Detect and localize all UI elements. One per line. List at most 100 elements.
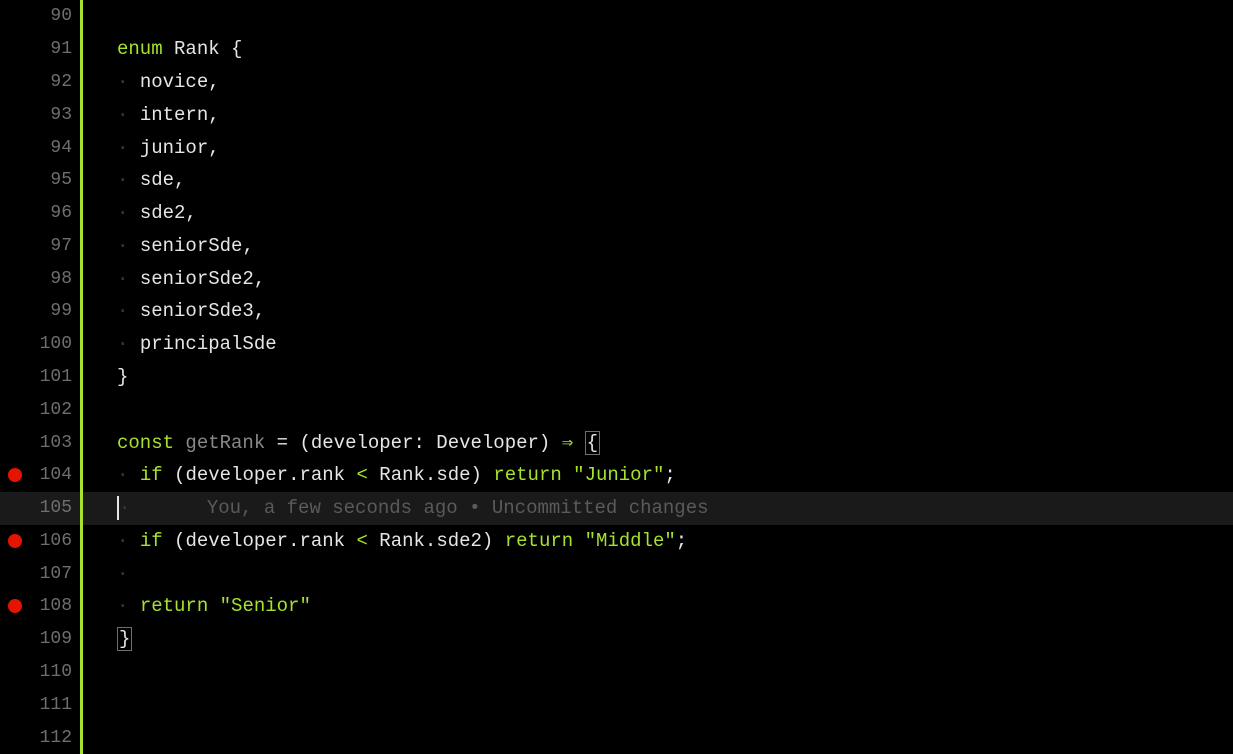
code-token: ; <box>664 464 675 486</box>
code-token: , <box>208 137 219 159</box>
code-editor[interactable]: 9091enum Rank {92· novice,93· intern,94·… <box>0 0 1233 754</box>
code-token: enum <box>117 38 174 60</box>
code-token: seniorSde <box>140 235 243 257</box>
code-line[interactable]: 112 <box>0 721 1233 754</box>
line-number: 92 <box>30 72 80 92</box>
code-content[interactable]: · You, a few seconds ago • Uncommitted c… <box>87 496 709 520</box>
code-content[interactable]: · <box>87 563 128 585</box>
code-content[interactable]: · intern, <box>87 104 220 126</box>
code-token: , <box>208 71 219 93</box>
code-line[interactable]: 104· if (developer.rank < Rank.sde) retu… <box>0 459 1233 492</box>
code-line[interactable]: 97 · seniorSde, <box>0 229 1233 262</box>
code-token: if <box>140 530 174 552</box>
code-token: · <box>117 464 140 486</box>
code-token: · <box>117 563 128 585</box>
git-ruler <box>80 164 83 197</box>
code-line[interactable]: 102 <box>0 393 1233 426</box>
code-token: "Senior" <box>220 595 311 617</box>
code-content[interactable]: · junior, <box>87 137 220 159</box>
code-token: · <box>117 104 140 126</box>
breakpoint-gutter[interactable] <box>0 534 30 548</box>
code-token: ) <box>539 432 562 454</box>
code-content[interactable]: · return "Senior" <box>87 595 311 617</box>
code-line[interactable]: 108· return "Senior" <box>0 590 1233 623</box>
code-token: < <box>356 464 379 486</box>
code-content[interactable]: enum Rank { <box>87 38 242 60</box>
git-ruler <box>80 492 83 525</box>
code-line[interactable]: 100 · principalSde <box>0 328 1233 361</box>
code-line[interactable]: 95· sde, <box>0 164 1233 197</box>
code-content[interactable]: const getRank = (developer: Developer) ⇒… <box>87 431 600 455</box>
code-content[interactable]: } <box>87 366 128 388</box>
code-token: novice <box>140 71 208 93</box>
code-line[interactable]: 90 <box>0 0 1233 33</box>
code-content[interactable]: · sde2, <box>87 202 197 224</box>
code-line[interactable]: 109} <box>0 623 1233 656</box>
code-line[interactable]: 103const getRank = (developer: Developer… <box>0 426 1233 459</box>
code-token: } <box>117 627 132 651</box>
code-token: < <box>356 530 379 552</box>
code-line[interactable]: 92 · novice, <box>0 66 1233 99</box>
code-line[interactable]: 106· if (developer.rank < Rank.sde2) ret… <box>0 525 1233 558</box>
code-token: rank <box>299 530 356 552</box>
breakpoint-gutter[interactable] <box>0 468 30 482</box>
line-number: 104 <box>30 465 80 485</box>
code-token: developer <box>185 464 288 486</box>
line-number: 97 <box>30 236 80 256</box>
code-token: · <box>117 530 140 552</box>
code-token: intern <box>140 104 208 126</box>
code-content[interactable]: · seniorSde3, <box>87 300 265 322</box>
line-number: 100 <box>30 334 80 354</box>
code-line[interactable]: 101} <box>0 361 1233 394</box>
code-token: sde2 <box>140 202 186 224</box>
git-ruler <box>80 33 83 66</box>
code-token: sde2 <box>436 530 482 552</box>
code-line[interactable]: 105 · You, a few seconds ago • Uncommitte… <box>0 492 1233 525</box>
line-number: 105 <box>30 498 80 518</box>
git-ruler <box>80 66 83 99</box>
git-ruler <box>80 328 83 361</box>
code-token: ( <box>174 464 185 486</box>
code-token: developer <box>185 530 288 552</box>
code-token: sde <box>436 464 470 486</box>
code-content[interactable]: · if (developer.rank < Rank.sde) return … <box>87 464 676 486</box>
breakpoint-gutter[interactable] <box>0 599 30 613</box>
code-token: , <box>208 104 219 126</box>
code-token: . <box>288 464 299 486</box>
code-token: . <box>288 530 299 552</box>
line-number: 102 <box>30 400 80 420</box>
code-line[interactable]: 94 · junior, <box>0 131 1233 164</box>
code-content[interactable]: · seniorSde, <box>87 235 254 257</box>
code-line[interactable]: 111 <box>0 688 1233 721</box>
git-ruler <box>80 229 83 262</box>
git-ruler <box>80 131 83 164</box>
code-token: , <box>254 268 265 290</box>
code-token: · <box>117 202 140 224</box>
code-line[interactable]: 110 <box>0 656 1233 689</box>
code-token: ; <box>676 530 687 552</box>
breakpoint-icon[interactable] <box>8 599 22 613</box>
code-token: Rank <box>174 38 231 60</box>
line-number: 94 <box>30 138 80 158</box>
code-content[interactable]: · seniorSde2, <box>87 268 265 290</box>
code-token: = ( <box>265 432 311 454</box>
breakpoint-icon[interactable] <box>8 468 22 482</box>
code-line[interactable]: 98· seniorSde2, <box>0 262 1233 295</box>
code-line[interactable]: 96· sde2, <box>0 197 1233 230</box>
code-content[interactable]: } <box>87 627 132 651</box>
code-line[interactable]: 91enum Rank { <box>0 33 1233 66</box>
git-ruler <box>80 656 83 689</box>
code-line[interactable]: 99· seniorSde3, <box>0 295 1233 328</box>
code-line[interactable]: 107· <box>0 557 1233 590</box>
code-token: return <box>505 530 585 552</box>
git-ruler <box>80 623 83 656</box>
code-line[interactable]: 93· intern, <box>0 98 1233 131</box>
code-token: "Junior" <box>573 464 664 486</box>
code-content[interactable]: · if (developer.rank < Rank.sde2) return… <box>87 530 687 552</box>
breakpoint-icon[interactable] <box>8 534 22 548</box>
code-content[interactable]: · principalSde <box>87 333 277 355</box>
code-token: ) <box>482 530 505 552</box>
code-content[interactable]: · sde, <box>87 169 185 191</box>
git-ruler <box>80 426 83 459</box>
code-content[interactable]: · novice, <box>87 71 220 93</box>
